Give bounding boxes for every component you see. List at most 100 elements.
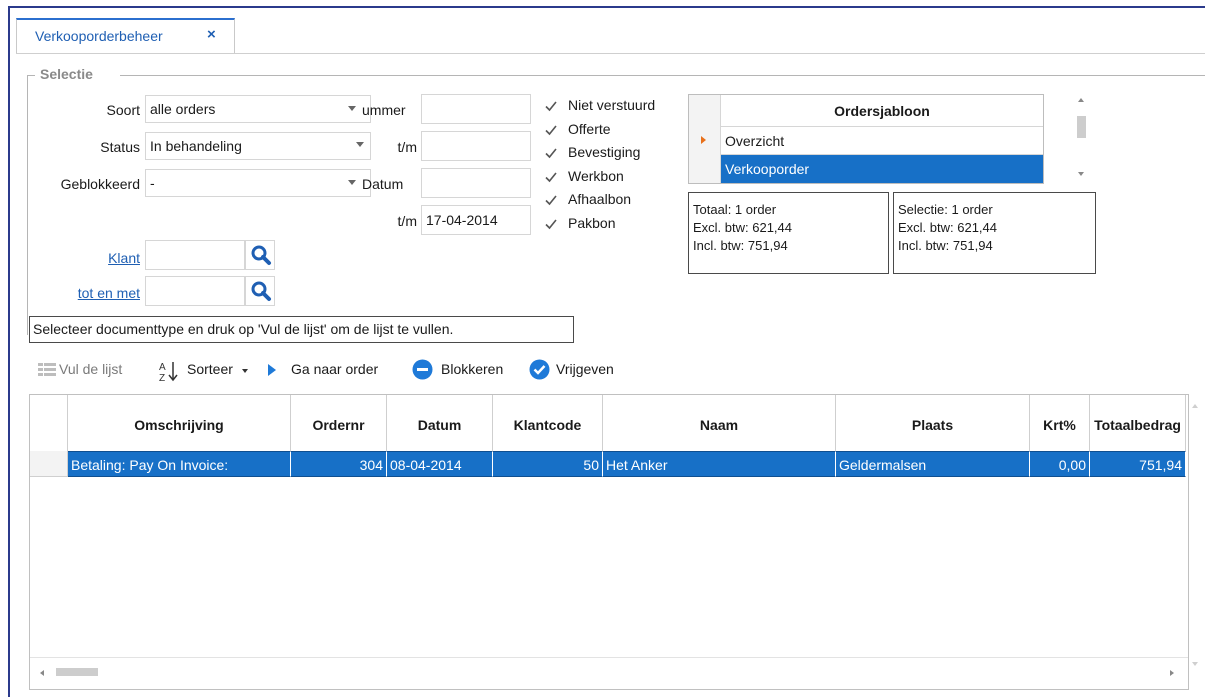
- cell-plaats[interactable]: Geldermalsen: [836, 451, 1030, 477]
- col-krt[interactable]: Krt%: [1030, 395, 1090, 455]
- svg-text:Z: Z: [159, 373, 165, 382]
- cell-krt[interactable]: 0,00: [1030, 451, 1090, 477]
- sort-az-icon: AZ: [159, 360, 179, 384]
- group-border: [120, 75, 1205, 76]
- checkbox-label: Bevestiging: [568, 144, 641, 160]
- checkbox[interactable]: [544, 146, 558, 160]
- ordersjabloon-row[interactable]: Overzicht: [721, 127, 1043, 155]
- current-row-icon: [701, 136, 706, 144]
- datum-to-label: t/m: [397, 213, 417, 229]
- checkbox[interactable]: [544, 170, 558, 184]
- group-border: [27, 75, 35, 76]
- klant-search-button[interactable]: [245, 240, 275, 270]
- col-datum[interactable]: Datum: [387, 395, 493, 455]
- check-icon: [545, 148, 557, 159]
- ordersjabloon-grid[interactable]: Ordersjabloon Overzicht Verkooporder: [688, 94, 1044, 184]
- cell-omschrijving[interactable]: Betaling: Pay On Invoice:: [68, 451, 291, 477]
- col-naam[interactable]: Naam: [603, 395, 836, 455]
- soort-value: alle orders: [150, 101, 216, 117]
- datum-from-input[interactable]: [421, 168, 531, 198]
- sorteer-button[interactable]: Sorteer: [187, 361, 233, 377]
- col-klantcode[interactable]: Klantcode: [493, 395, 603, 455]
- chevron-down-icon[interactable]: [242, 369, 248, 373]
- totaal-incl: Incl. btw: 751,94: [693, 238, 788, 253]
- play-icon: [268, 364, 276, 376]
- scroll-up-icon[interactable]: [1078, 98, 1084, 102]
- checkbox-label: Offerte: [568, 121, 611, 137]
- nummer-label: ummer: [362, 102, 406, 118]
- chevron-down-icon[interactable]: [356, 142, 364, 147]
- datum-to-input[interactable]: 17-04-2014: [421, 205, 531, 235]
- col-plaats[interactable]: Plaats: [836, 395, 1030, 455]
- checkbox[interactable]: [544, 123, 558, 137]
- cell-datum[interactable]: 08-04-2014: [387, 451, 493, 477]
- tab-strip-border: [16, 53, 1205, 54]
- nummer-to-input[interactable]: [421, 131, 531, 161]
- tab-verkooporderbeheer[interactable]: Verkooporderbeheer ×: [16, 18, 235, 54]
- tab-label: Verkooporderbeheer: [35, 28, 163, 44]
- cell-totaalbedrag[interactable]: 751,94: [1090, 451, 1186, 477]
- ordersjabloon-scrollbar[interactable]: [1068, 94, 1092, 184]
- totaal-count: Totaal: 1 order: [693, 202, 777, 217]
- scroll-up-icon[interactable]: [1192, 404, 1198, 408]
- ga-naar-order-button[interactable]: Ga naar order: [291, 361, 378, 377]
- soort-select[interactable]: alle orders: [145, 95, 371, 123]
- checkbox-label: Pakbon: [568, 215, 616, 231]
- status-select[interactable]: In behandeling: [145, 132, 371, 160]
- chevron-down-icon[interactable]: [348, 106, 356, 111]
- tot-en-met-search-button[interactable]: [245, 276, 275, 306]
- checkbox[interactable]: [544, 217, 558, 231]
- checkbox-label: Afhaalbon: [568, 191, 632, 207]
- selectie-count: Selectie: 1 order: [898, 202, 993, 217]
- geblokkeerd-select[interactable]: -: [145, 169, 371, 197]
- scroll-down-icon[interactable]: [1078, 172, 1084, 176]
- selectie-summary: Selectie: 1 order Excl. btw: 621,44 Incl…: [893, 192, 1096, 274]
- group-title: Selectie: [40, 66, 93, 82]
- totaal-summary: Totaal: 1 order Excl. btw: 621,44 Incl. …: [688, 192, 889, 274]
- tot-en-met-input[interactable]: [145, 276, 245, 306]
- nummer-from-input[interactable]: [421, 94, 531, 124]
- checkbox[interactable]: [544, 99, 558, 113]
- tot-en-met-link[interactable]: tot en met: [60, 285, 140, 301]
- geblokkeerd-label: Geblokkeerd: [60, 176, 140, 192]
- svg-text:A: A: [159, 362, 166, 373]
- row-indicator-header: [30, 395, 68, 455]
- search-icon: [251, 281, 271, 301]
- checkbox[interactable]: [544, 193, 558, 207]
- scroll-left-icon[interactable]: [40, 670, 44, 676]
- horizontal-scrollbar[interactable]: [30, 657, 1188, 689]
- minus-circle-icon: [412, 359, 433, 380]
- selectie-excl: Excl. btw: 621,44: [898, 220, 997, 235]
- cell-klantcode[interactable]: 50: [493, 451, 603, 477]
- klant-input[interactable]: [145, 240, 245, 270]
- col-omschrijving[interactable]: Omschrijving: [68, 395, 291, 455]
- geblokkeerd-value: -: [150, 175, 155, 191]
- vul-de-lijst-button[interactable]: Vul de lijst: [59, 361, 122, 377]
- ordersjabloon-row-selected[interactable]: Verkooporder: [721, 155, 1043, 183]
- list-grid-icon: [38, 362, 56, 378]
- datum-label: Datum: [362, 176, 404, 192]
- checkbox-label: Niet verstuurd: [568, 97, 656, 113]
- totaal-excl: Excl. btw: 621,44: [693, 220, 792, 235]
- blokkeren-button[interactable]: Blokkeren: [441, 361, 503, 377]
- col-totaalbedrag[interactable]: Totaalbedrag: [1090, 395, 1186, 455]
- checkbox-label: Werkbon: [568, 168, 624, 184]
- cell-naam[interactable]: Het Anker: [603, 451, 836, 477]
- cell-ordernr[interactable]: 304: [291, 451, 387, 477]
- check-icon: [545, 219, 557, 230]
- scroll-thumb[interactable]: [1077, 116, 1086, 138]
- check-icon: [545, 172, 557, 183]
- orders-grid[interactable]: Omschrijving Ordernr Datum Klantcode Naa…: [29, 394, 1189, 690]
- vrijgeven-button[interactable]: Vrijgeven: [556, 361, 614, 377]
- chevron-down-icon[interactable]: [348, 180, 356, 185]
- soort-label: Soort: [106, 102, 140, 118]
- klant-link[interactable]: Klant: [80, 250, 140, 266]
- scroll-right-icon[interactable]: [1170, 670, 1174, 676]
- row-indicator[interactable]: [30, 451, 68, 477]
- tab-close-icon[interactable]: ×: [207, 26, 216, 43]
- col-ordernr[interactable]: Ordernr: [291, 395, 387, 455]
- nummer-to-label: t/m: [397, 139, 417, 155]
- scroll-down-icon[interactable]: [1192, 662, 1198, 666]
- ordersjabloon-header[interactable]: Ordersjabloon: [721, 95, 1043, 127]
- scroll-thumb[interactable]: [56, 668, 98, 676]
